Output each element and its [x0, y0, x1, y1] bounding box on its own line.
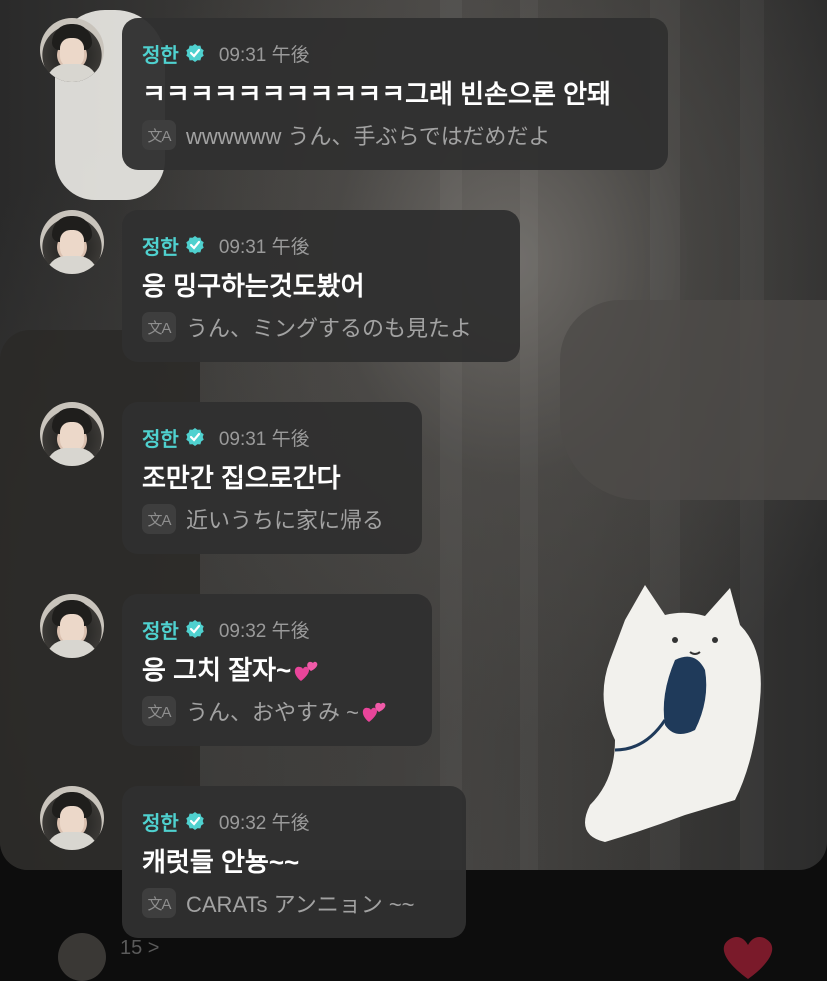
message-time: 09:31 午後	[218, 236, 310, 258]
mini-avatar[interactable]	[58, 933, 106, 981]
translation-text: CARATs アンニョン ~~	[186, 892, 415, 917]
translation-text: うん、ミングするのも見たよ	[186, 316, 473, 341]
heart-icon[interactable]	[718, 931, 778, 981]
viewer-count[interactable]: 15 >	[120, 937, 159, 960]
avatar[interactable]	[40, 786, 104, 850]
cat-sticker-icon	[585, 585, 761, 842]
avatar[interactable]	[40, 18, 104, 82]
sender-name: 정한	[142, 428, 179, 451]
translation-row: 文A うん、ミングするのも見たよ	[142, 310, 500, 344]
translation-text: 近いうちに家に帰る	[186, 508, 385, 533]
translation-row: 文A うん、おやすみ ~	[142, 694, 412, 728]
sender-name: 정한	[142, 812, 179, 835]
translation-row: 文A wwwwww うん、手ぶらではだめだよ	[142, 118, 648, 152]
message-bubble[interactable]: 정한 09:32 午後 응 그치 잘자~ 文A うん、おやすみ ~	[122, 594, 432, 746]
bottom-bar: 15 >	[0, 925, 827, 981]
arm-shape	[560, 300, 827, 500]
message-header: 정한 09:32 午後	[142, 614, 412, 644]
message-text: 캐럿들 안뇽~~	[142, 847, 300, 877]
message-header: 정한 09:31 午後	[142, 230, 500, 260]
message-bubble[interactable]: 정한 09:31 午後 응 밍구하는것도봤어 文A うん、ミングするのも見たよ	[122, 210, 520, 362]
message-bubble[interactable]: 정한 09:31 午後 ㅋㅋㅋㅋㅋㅋㅋㅋㅋㅋㅋ그래 빈손으론 안돼 文A www…	[122, 18, 668, 170]
translation-row: 文A CARATs アンニョン ~~	[142, 886, 446, 920]
two-hearts-icon	[362, 702, 386, 722]
message-text-content: 응 그치 잘자~	[142, 655, 292, 685]
message-header: 정한 09:31 午後	[142, 422, 402, 452]
translate-icon[interactable]: 文A	[142, 888, 176, 918]
message-bubble[interactable]: 정한 09:32 午後 캐럿들 안뇽~~ 文A CARATs アンニョン ~~	[122, 786, 466, 938]
translation-text: wwwwww うん、手ぶらではだめだよ	[186, 124, 551, 149]
avatar[interactable]	[40, 210, 104, 274]
avatar[interactable]	[40, 594, 104, 658]
message-time: 09:32 午後	[218, 812, 310, 834]
translation-text: うん、おやすみ ~	[186, 695, 387, 727]
translation-text-content: うん、おやすみ ~	[186, 700, 359, 725]
verified-badge-icon	[186, 620, 204, 638]
verified-badge-icon	[186, 44, 204, 62]
message-bubble[interactable]: 정한 09:31 午後 조만간 집으로간다 文A 近いうちに家に帰る	[122, 402, 422, 554]
translate-icon[interactable]: 文A	[142, 312, 176, 342]
verified-badge-icon	[186, 812, 204, 830]
avatar[interactable]	[40, 402, 104, 466]
message-header: 정한 09:31 午後	[142, 38, 648, 68]
sender-name: 정한	[142, 236, 179, 259]
message-header: 정한 09:32 午後	[142, 806, 446, 836]
verified-badge-icon	[186, 236, 204, 254]
message-time: 09:32 午後	[218, 620, 310, 642]
translate-icon[interactable]: 文A	[142, 696, 176, 726]
message-text: 조만간 집으로간다	[142, 463, 341, 493]
message-text: 응 그치 잘자~	[142, 652, 412, 688]
message-time: 09:31 午後	[218, 44, 310, 66]
message-text: 응 밍구하는것도봤어	[142, 271, 365, 301]
two-hearts-icon	[295, 661, 318, 681]
sender-name: 정한	[142, 44, 179, 67]
message-time: 09:31 午後	[218, 428, 310, 450]
verified-badge-icon	[186, 428, 204, 446]
sender-name: 정한	[142, 620, 179, 643]
message-text: ㅋㅋㅋㅋㅋㅋㅋㅋㅋㅋㅋ그래 빈손으론 안돼	[142, 79, 611, 109]
translate-icon[interactable]: 文A	[142, 120, 176, 150]
translation-row: 文A 近いうちに家に帰る	[142, 502, 402, 536]
translate-icon[interactable]: 文A	[142, 504, 176, 534]
